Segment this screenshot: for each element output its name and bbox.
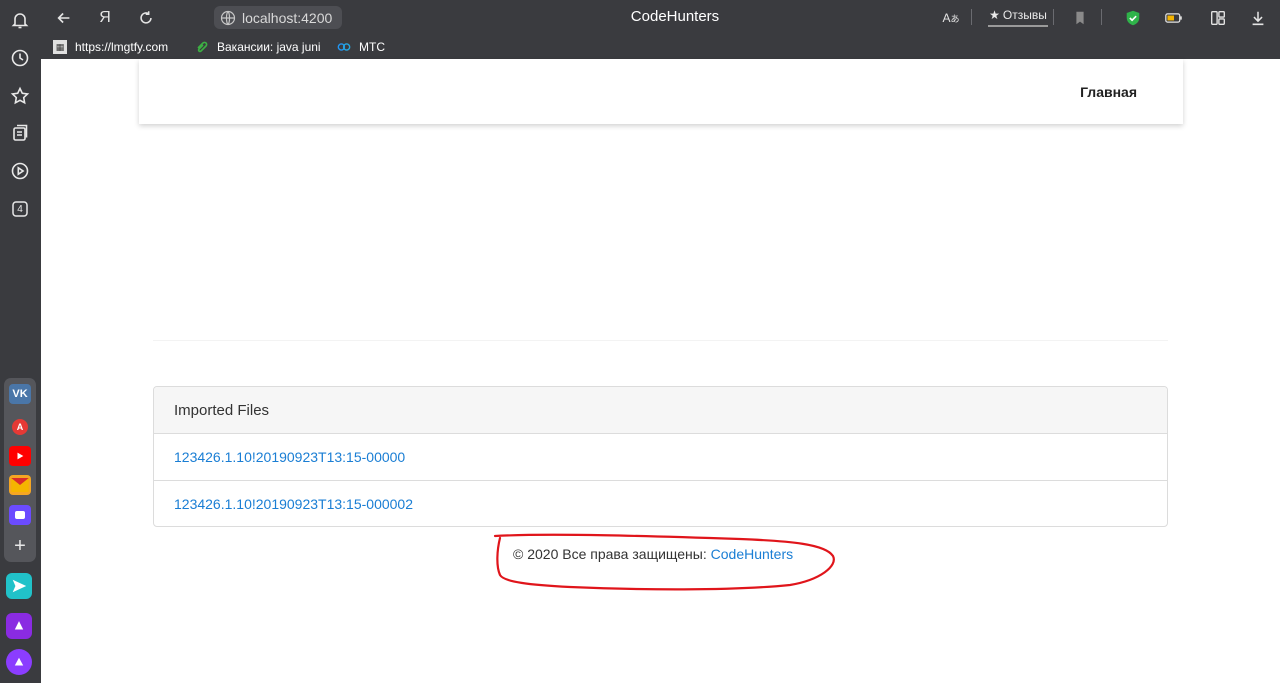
browser-sidebar: 4 VK A + <box>0 0 41 683</box>
sidebar-apps-panel: VK A + <box>4 378 36 562</box>
alice-assistant-icon[interactable] <box>6 649 32 675</box>
battery-icon[interactable] <box>1163 7 1185 29</box>
tab-count: 4 <box>17 203 23 215</box>
yandex-logo-icon[interactable]: Я <box>94 7 116 29</box>
protect-shield-icon[interactable] <box>1122 7 1144 29</box>
bookmark-label: https://lmgtfy.com <box>75 40 169 54</box>
back-arrow-icon[interactable] <box>53 7 75 29</box>
bookmark-flag-icon[interactable] <box>1069 7 1091 29</box>
reload-icon[interactable] <box>135 7 157 29</box>
download-icon[interactable] <box>1247 7 1269 29</box>
mail-app-icon[interactable] <box>9 475 31 495</box>
top-navbar: Главная <box>139 59 1183 124</box>
bookmark-mts[interactable]: МТС <box>337 39 385 55</box>
history-clock-icon[interactable] <box>8 46 32 70</box>
imported-files-card: Imported Files 123426.1.10!20190923T13:1… <box>153 386 1168 527</box>
bell-icon[interactable] <box>8 8 32 32</box>
bookmark-lmgtfy[interactable]: ▦ https://lmgtfy.com <box>53 39 168 55</box>
nav-home-link[interactable]: Главная <box>1080 84 1137 100</box>
messenger-app-icon[interactable] <box>9 505 31 525</box>
toolbar-divider <box>1053 9 1054 25</box>
tabs-counter-icon[interactable]: 4 <box>8 197 32 221</box>
vk-app-icon[interactable]: VK <box>9 384 31 404</box>
paperclip-icon <box>195 40 209 54</box>
file-link[interactable]: 123426.1.10!20190923T13:15-000002 <box>154 481 1167 527</box>
address-bar[interactable]: localhost:4200 <box>214 6 342 29</box>
star-icon: ★ <box>989 8 1000 22</box>
bookmark-vacancies[interactable]: Вакансии: java juni <box>195 39 321 55</box>
bookmark-label: МТС <box>359 40 385 54</box>
red-annotation-circle <box>493 533 835 591</box>
page-title: CodeHunters <box>630 8 720 25</box>
youtube-app-icon[interactable] <box>9 446 31 466</box>
alice-shortcut-icon[interactable] <box>6 613 32 639</box>
lmgtfy-favicon: ▦ <box>53 40 67 54</box>
reviews-label: Отзывы <box>1002 8 1047 22</box>
globe-icon <box>220 10 236 25</box>
translate-icon[interactable]: Aあ <box>940 7 962 29</box>
collections-icon[interactable] <box>8 121 32 145</box>
toolbar-divider <box>1101 9 1102 25</box>
add-app-plus-icon[interactable]: + <box>9 535 31 557</box>
reviews-button[interactable]: ★ Отзывы <box>988 5 1048 27</box>
bookmark-label: Вакансии: java juni <box>217 40 321 54</box>
video-play-icon[interactable] <box>8 159 32 183</box>
file-link[interactable]: 123426.1.10!20190923T13:15-00000 <box>154 434 1167 481</box>
section-divider <box>153 340 1168 341</box>
mts-favicon <box>337 40 351 54</box>
extensions-icon[interactable] <box>1207 7 1229 29</box>
card-header: Imported Files <box>154 387 1167 434</box>
toolbar-divider <box>971 9 972 25</box>
translate-app-icon[interactable]: A <box>9 417 31 437</box>
favorites-star-icon[interactable] <box>8 84 32 108</box>
address-url: localhost:4200 <box>242 9 333 26</box>
send-app-icon[interactable] <box>6 573 32 599</box>
browser-toolbar: Я localhost:4200 CodeHunters Aあ ★ Отзывы <box>41 0 1280 35</box>
